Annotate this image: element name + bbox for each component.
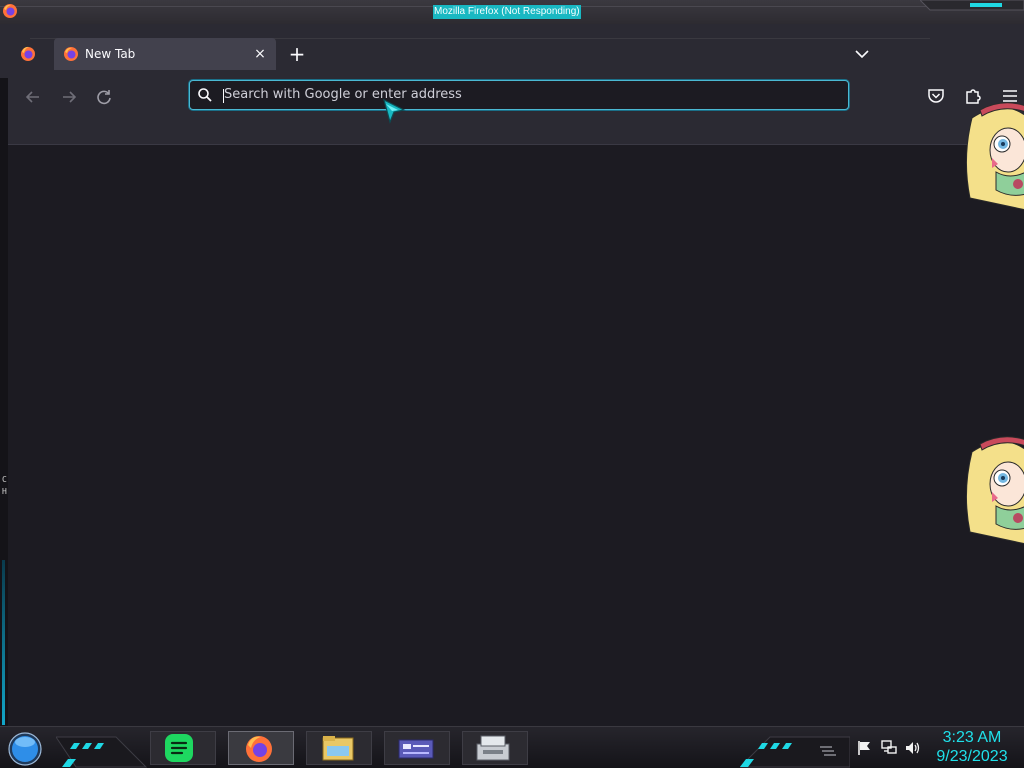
tab-new-tab[interactable]: New Tab × (54, 38, 276, 70)
taskbar-app-file-explorer[interactable] (306, 731, 372, 765)
window-title: Mozilla Firefox (Not Responding) (433, 5, 581, 19)
control-panel-icon (398, 739, 434, 759)
left-edge-glyph: CH (2, 475, 7, 496)
window-caption-decoration (920, 0, 1024, 11)
taskbar-app-control-panel[interactable] (384, 731, 450, 765)
volume-icon[interactable] (904, 739, 922, 757)
start-button[interactable] (6, 731, 44, 767)
mouse-cursor-icon (383, 98, 406, 124)
close-tab-icon[interactable]: × (252, 46, 268, 62)
firefox-view-icon[interactable] (18, 44, 38, 64)
taskbar-decoration-right (740, 736, 850, 768)
file-explorer-icon (322, 736, 354, 761)
desktop-screen: Mozilla Firefox (Not Responding) New Tab… (0, 0, 1024, 768)
url-bar[interactable] (189, 80, 849, 110)
window-titlebar[interactable]: Mozilla Firefox (Not Responding) (0, 0, 1024, 43)
taskbar-app-disk-utility[interactable] (462, 731, 528, 765)
new-tab-button[interactable]: + (286, 44, 308, 66)
search-icon (198, 88, 212, 102)
address-input[interactable] (220, 81, 828, 109)
taskbar: 3:23 AM 9/23/2023 (0, 726, 1024, 768)
chevron-down-icon[interactable] (852, 44, 872, 64)
spotify-icon (165, 734, 193, 762)
window-left-glow (2, 560, 5, 725)
taskbar-clock-time[interactable]: 3:23 AM (930, 729, 1014, 747)
cartoon-character-sticker (965, 436, 1024, 545)
disk-utility-icon (476, 735, 510, 761)
action-center-flag-icon[interactable] (856, 739, 874, 757)
firefox-app-icon[interactable] (2, 3, 18, 19)
forward-arrow-icon[interactable] (58, 86, 80, 108)
tab-title: New Tab (85, 47, 136, 61)
taskbar-app-spotify[interactable] (150, 731, 216, 765)
taskbar-clock-date[interactable]: 9/23/2023 (930, 748, 1014, 766)
back-arrow-icon[interactable] (22, 86, 44, 108)
pocket-icon[interactable] (926, 86, 946, 106)
page-content (8, 145, 1024, 725)
cartoon-character-sticker (965, 102, 1024, 211)
reload-icon[interactable] (93, 86, 115, 108)
firefox-favicon-icon (64, 47, 78, 61)
network-icon[interactable] (880, 739, 898, 757)
navigation-toolbar (8, 78, 1024, 145)
firefox-icon (246, 736, 272, 762)
taskbar-app-firefox[interactable] (228, 731, 294, 765)
